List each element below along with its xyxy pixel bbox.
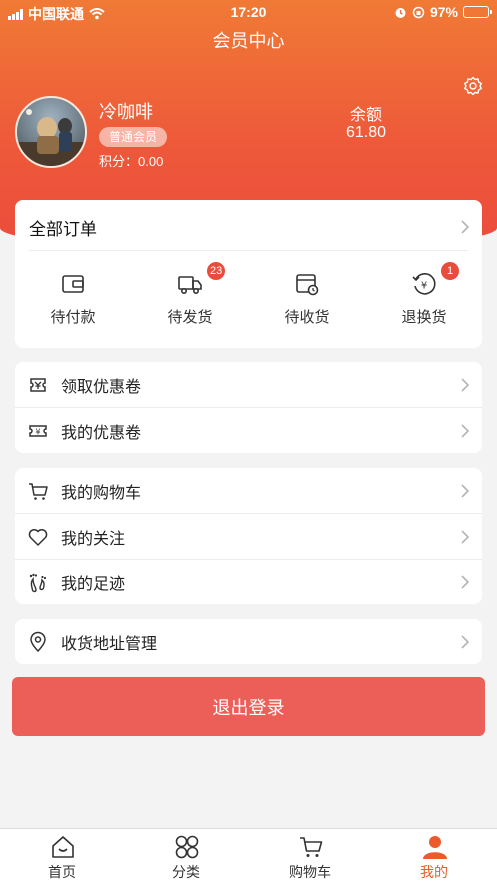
row-label: 我的足迹 — [61, 575, 126, 593]
tab-home[interactable]: 首页 — [0, 829, 124, 883]
order-item-label: 待发货 — [167, 309, 213, 326]
status-right: 97% — [394, 4, 492, 20]
order-count-badge: 23 — [207, 262, 226, 280]
orientation-lock-icon — [412, 6, 425, 18]
chevron-right-icon[interactable] — [460, 219, 470, 235]
activity-card: 我的购物车 我的关注 我的足迹 — [15, 468, 482, 604]
points-label: 积分： — [99, 154, 139, 169]
points: 积分：0.00 — [99, 151, 163, 170]
heart-icon — [28, 528, 48, 546]
package-clock-icon — [296, 274, 319, 296]
address-management-row[interactable]: 收货地址管理 — [15, 619, 482, 664]
coupon-receive-icon — [30, 377, 46, 392]
my-coupons-row[interactable]: ¥ 我的优惠卷 — [15, 408, 482, 453]
username: 冷咖啡 — [99, 102, 153, 122]
order-pending-shipment[interactable]: 23 待发货 — [132, 262, 248, 338]
divider — [29, 250, 468, 251]
yen-return-icon: ¥ — [412, 273, 436, 295]
tab-label: 购物车 — [289, 864, 331, 880]
footprint-icon — [29, 573, 47, 592]
order-returns[interactable]: ¥ 1 退换货 — [366, 262, 482, 338]
receive-coupon-row[interactable]: 领取优惠卷 — [15, 362, 482, 407]
settings-gear-icon[interactable] — [463, 76, 483, 96]
tab-label: 首页 — [48, 864, 76, 880]
row-label: 我的购物车 — [61, 484, 142, 502]
cart-icon — [29, 482, 48, 500]
chevron-right-icon — [461, 634, 470, 649]
battery-icon — [463, 6, 492, 18]
category-icon — [175, 835, 199, 859]
battery-percent: 97% — [429, 4, 458, 20]
chevron-right-icon — [461, 529, 470, 544]
order-pending-receipt[interactable]: 待收货 — [249, 268, 365, 338]
svg-text:¥: ¥ — [35, 427, 40, 436]
person-icon — [423, 836, 447, 859]
order-item-label: 退换货 — [401, 309, 447, 326]
row-label: 收货地址管理 — [61, 635, 158, 653]
my-cart-row[interactable]: 我的购物车 — [15, 468, 482, 513]
row-label: 我的优惠卷 — [61, 424, 142, 442]
address-card: 收货地址管理 — [15, 619, 482, 664]
svg-text:¥: ¥ — [421, 281, 427, 292]
row-label: 领取优惠卷 — [61, 378, 142, 396]
my-footprints-row[interactable]: 我的足迹 — [15, 559, 482, 604]
tab-category[interactable]: 分类 — [124, 829, 248, 883]
avatar-image — [17, 109, 85, 166]
balance-value[interactable]: 61.80 — [316, 124, 416, 142]
my-follows-row[interactable]: 我的关注 — [15, 514, 482, 559]
orders-card: 全部订单 待付款 23 待发货 待收货 ¥ 1 退换货 — [15, 200, 482, 348]
home-icon — [52, 836, 74, 858]
chevron-right-icon — [461, 483, 470, 498]
points-value: 0.00 — [138, 154, 164, 169]
tab-cart[interactable]: 购物车 — [248, 829, 372, 883]
wallet-icon — [62, 275, 84, 293]
location-pin-icon — [30, 631, 46, 652]
member-level-badge: 普通会员 — [99, 127, 168, 147]
order-item-label: 待收货 — [284, 309, 330, 326]
all-orders-link[interactable]: 全部订单 — [29, 215, 97, 240]
tab-label: 我的 — [420, 864, 448, 880]
truck-icon — [178, 276, 202, 294]
balance-label[interactable]: 余额 — [316, 101, 416, 125]
chevron-right-icon — [461, 574, 470, 589]
order-pending-payment[interactable]: 待付款 — [15, 268, 131, 338]
coupons-card: 领取优惠卷 ¥ 我的优惠卷 — [15, 362, 482, 453]
order-item-label: 待付款 — [50, 309, 96, 326]
avatar[interactable] — [15, 96, 87, 168]
tab-mine[interactable]: 我的 — [372, 829, 496, 883]
chevron-right-icon — [461, 423, 470, 438]
cart-icon — [300, 837, 323, 857]
page-title: 会员中心 — [212, 31, 285, 51]
chevron-right-icon — [461, 377, 470, 392]
order-count-badge: 1 — [441, 262, 459, 280]
tab-label: 分类 — [172, 864, 200, 880]
logout-button[interactable]: 退出登录 — [12, 677, 485, 736]
row-label: 我的关注 — [61, 530, 126, 548]
alarm-icon — [395, 7, 406, 18]
status-bar: 中国联通 17:20 97% — [0, 0, 497, 24]
yen-ticket-icon: ¥ — [29, 424, 47, 437]
tab-bar: 首页 分类 购物车 我的 — [0, 828, 497, 883]
